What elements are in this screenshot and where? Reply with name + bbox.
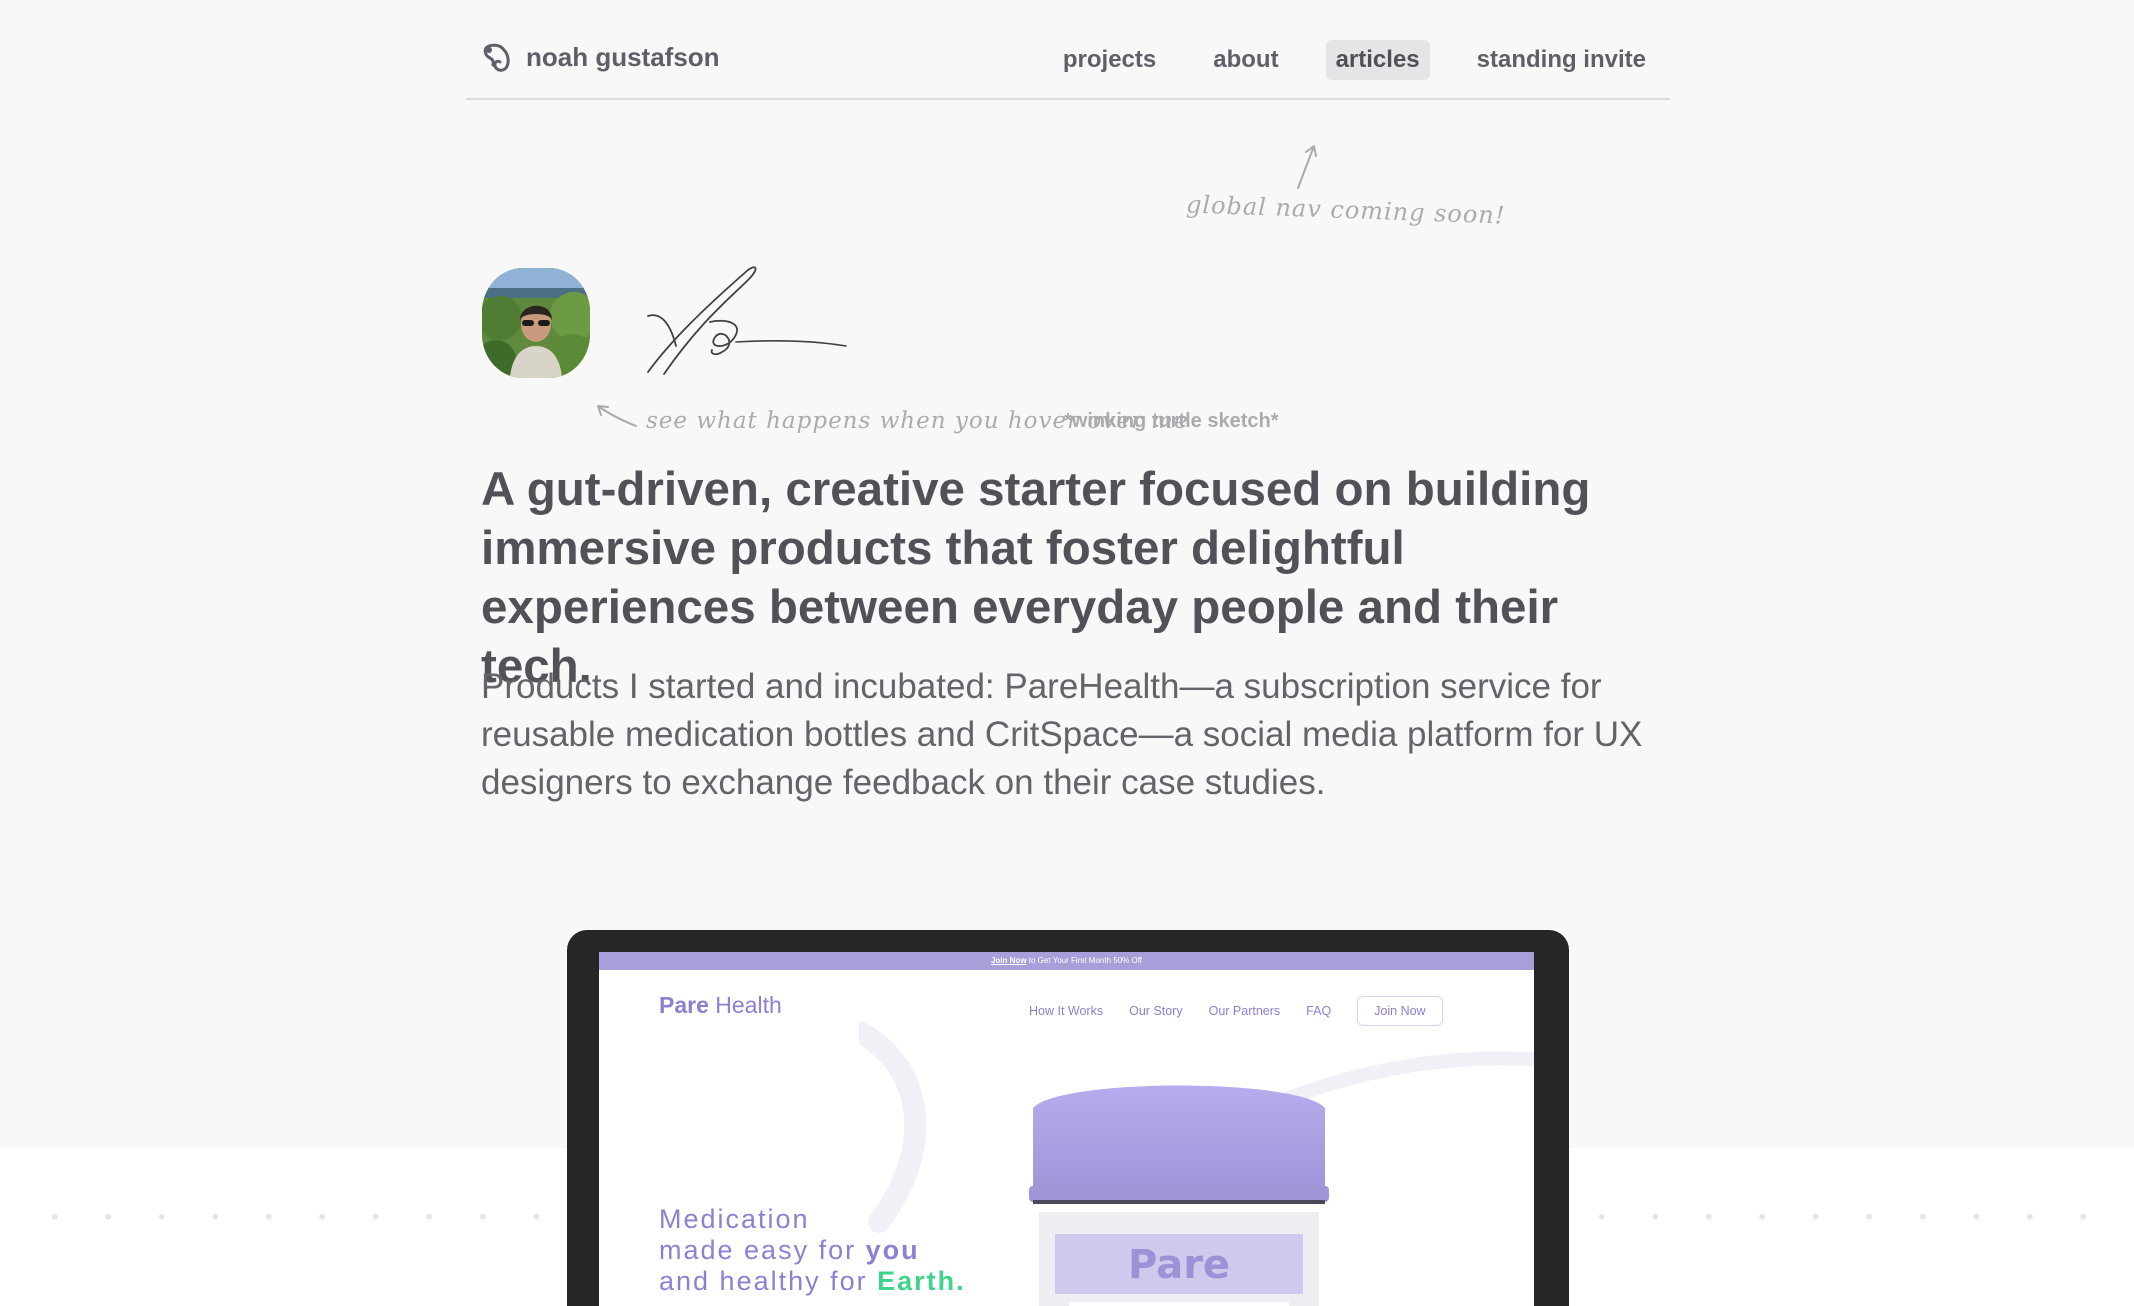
promo-bar: Join Now to Get Your First Month 50% Off <box>599 952 1534 970</box>
main-nav: projects about articles standing invite <box>1016 40 1656 80</box>
site-header: noah gustafson projects about articles s… <box>466 30 1670 100</box>
note-global-nav: global nav coming soon! <box>1185 190 1506 230</box>
nav-about[interactable]: about <box>1203 40 1288 80</box>
site-name[interactable]: noah gustafson <box>526 42 720 73</box>
avatar[interactable] <box>482 268 590 378</box>
note-turtle-sketch: *winking turtle sketch* <box>1064 410 1279 432</box>
tagline-line-3-text: and healthy for <box>659 1266 878 1296</box>
turtle-logo-icon[interactable] <box>480 42 514 76</box>
tagline-line-3: and healthy for Earth. <box>659 1266 966 1297</box>
arrow-left-icon <box>597 405 637 427</box>
promo-text: to Get Your First Month 50% Off <box>1026 956 1143 965</box>
pare-tagline: Medication made easy for you and healthy… <box>659 1204 966 1297</box>
bottle-label: Pare <box>1128 1242 1230 1288</box>
pare-bottle-image: Pare <box>1029 1085 1329 1306</box>
tagline-line-2: made easy for you <box>659 1235 966 1266</box>
nav-standing-invite[interactable]: standing invite <box>1467 40 1656 80</box>
avatar-photo <box>482 268 590 378</box>
pare-nav-our-partners: Our Partners <box>1208 1004 1281 1018</box>
pare-nav-faq: FAQ <box>1306 1004 1332 1018</box>
arrow-up-icon <box>1297 145 1317 189</box>
tagline-line-2-text: made easy for <box>659 1235 866 1265</box>
dot-pattern-right <box>1575 1190 2105 1260</box>
nav-articles[interactable]: articles <box>1325 40 1430 80</box>
dot-pattern-left <box>28 1190 558 1260</box>
tagline-earth: Earth. <box>877 1266 966 1296</box>
pare-nav-our-story: Our Story <box>1129 1004 1183 1018</box>
pare-logo: Pare Health <box>659 992 782 1019</box>
nav-projects[interactable]: projects <box>1053 40 1166 80</box>
pare-logo-rest: Health <box>708 992 782 1018</box>
pare-nav-how-it-works: How It Works <box>1029 1004 1104 1018</box>
hero-subtext: Products I started and incubated: PareHe… <box>481 667 1643 802</box>
laptop-mockup[interactable]: Join Now to Get Your First Month 50% Off… <box>567 930 1569 1306</box>
parehealth-screenshot: Join Now to Get Your First Month 50% Off… <box>599 952 1534 1306</box>
pare-logo-bold: Pare <box>659 992 709 1018</box>
hero-headline: A gut-driven, creative starter focused o… <box>481 463 1591 693</box>
tagline-you: you <box>865 1235 920 1265</box>
promo-link: Join Now <box>990 956 1027 965</box>
tagline-line-1: Medication <box>659 1204 810 1234</box>
signature-image <box>647 266 847 375</box>
